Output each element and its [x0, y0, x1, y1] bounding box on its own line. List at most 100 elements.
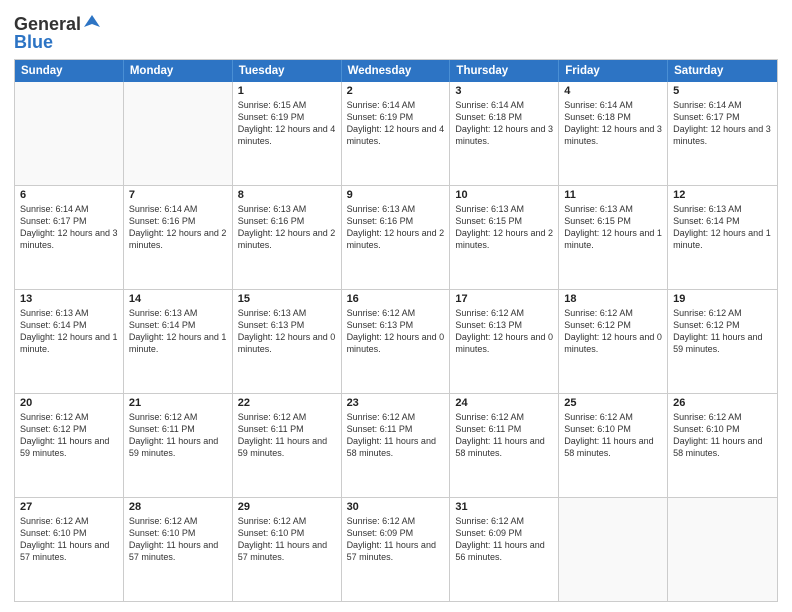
cell-info: Sunrise: 6:12 AM Sunset: 6:09 PM Dayligh… [455, 515, 553, 564]
logo-icon [82, 13, 102, 33]
cell-info: Sunrise: 6:12 AM Sunset: 6:10 PM Dayligh… [673, 411, 772, 460]
cal-cell: 6 Sunrise: 6:14 AM Sunset: 6:17 PM Daylig… [15, 186, 124, 289]
cell-info: Sunrise: 6:12 AM Sunset: 6:11 PM Dayligh… [455, 411, 553, 460]
day-number: 14 [129, 293, 227, 305]
logo: General Blue [14, 14, 102, 53]
week-row-3: 13 Sunrise: 6:13 AM Sunset: 6:14 PM Dayli… [15, 289, 777, 393]
cal-cell: 26 Sunrise: 6:12 AM Sunset: 6:10 PM Dayli… [668, 394, 777, 497]
day-number: 4 [564, 85, 662, 97]
cell-info: Sunrise: 6:12 AM Sunset: 6:09 PM Dayligh… [347, 515, 445, 564]
cal-cell: 17 Sunrise: 6:12 AM Sunset: 6:13 PM Dayli… [450, 290, 559, 393]
day-number: 30 [347, 501, 445, 513]
day-number: 12 [673, 189, 772, 201]
cal-cell [124, 82, 233, 185]
day-number: 17 [455, 293, 553, 305]
cal-cell: 31 Sunrise: 6:12 AM Sunset: 6:09 PM Dayli… [450, 498, 559, 601]
cell-info: Sunrise: 6:12 AM Sunset: 6:13 PM Dayligh… [347, 307, 445, 356]
day-number: 25 [564, 397, 662, 409]
day-number: 1 [238, 85, 336, 97]
day-number: 5 [673, 85, 772, 97]
cell-info: Sunrise: 6:14 AM Sunset: 6:18 PM Dayligh… [455, 99, 553, 148]
cell-info: Sunrise: 6:14 AM Sunset: 6:16 PM Dayligh… [129, 203, 227, 252]
cell-info: Sunrise: 6:14 AM Sunset: 6:17 PM Dayligh… [673, 99, 772, 148]
cal-cell [668, 498, 777, 601]
cal-cell: 15Sunrise: 6:13 AM Sunset: 6:13 PM Dayli… [233, 290, 342, 393]
cal-cell: 25 Sunrise: 6:12 AM Sunset: 6:10 PM Dayli… [559, 394, 668, 497]
cal-cell: 4 Sunrise: 6:14 AM Sunset: 6:18 PM Daylig… [559, 82, 668, 185]
week-row-5: 27 Sunrise: 6:12 AM Sunset: 6:10 PM Dayli… [15, 497, 777, 601]
cal-cell: 12 Sunrise: 6:13 AM Sunset: 6:14 PM Dayli… [668, 186, 777, 289]
cell-info: Sunrise: 6:13 AM Sunset: 6:16 PM Dayligh… [238, 203, 336, 252]
day-number: 19 [673, 293, 772, 305]
day-number: 16 [347, 293, 445, 305]
calendar: SundayMondayTuesdayWednesdayThursdayFrid… [14, 59, 778, 602]
header-day-thursday: Thursday [450, 60, 559, 82]
header-day-friday: Friday [559, 60, 668, 82]
day-number: 23 [347, 397, 445, 409]
cal-cell: 3 Sunrise: 6:14 AM Sunset: 6:18 PM Daylig… [450, 82, 559, 185]
cell-info: Sunrise: 6:12 AM Sunset: 6:13 PM Dayligh… [455, 307, 553, 356]
cell-info: Sunrise: 6:12 AM Sunset: 6:10 PM Dayligh… [129, 515, 227, 564]
cal-cell: 24Sunrise: 6:12 AM Sunset: 6:11 PM Dayli… [450, 394, 559, 497]
day-number: 13 [20, 293, 118, 305]
header-day-tuesday: Tuesday [233, 60, 342, 82]
cell-info: Sunrise: 6:12 AM Sunset: 6:10 PM Dayligh… [238, 515, 336, 564]
cal-cell: 28 Sunrise: 6:12 AM Sunset: 6:10 PM Dayli… [124, 498, 233, 601]
day-number: 11 [564, 189, 662, 201]
cal-cell: 20Sunrise: 6:12 AM Sunset: 6:12 PM Dayli… [15, 394, 124, 497]
header-day-saturday: Saturday [668, 60, 777, 82]
day-number: 22 [238, 397, 336, 409]
calendar-body: 1 Sunrise: 6:15 AM Sunset: 6:19 PM Daylig… [15, 82, 777, 601]
cell-info: Sunrise: 6:14 AM Sunset: 6:17 PM Dayligh… [20, 203, 118, 252]
header-day-sunday: Sunday [15, 60, 124, 82]
day-number: 18 [564, 293, 662, 305]
cal-cell [559, 498, 668, 601]
cell-info: Sunrise: 6:13 AM Sunset: 6:16 PM Dayligh… [347, 203, 445, 252]
day-number: 28 [129, 501, 227, 513]
cell-info: Sunrise: 6:15 AM Sunset: 6:19 PM Dayligh… [238, 99, 336, 148]
cal-cell: 8Sunrise: 6:13 AM Sunset: 6:16 PM Daylig… [233, 186, 342, 289]
cal-cell: 23 Sunrise: 6:12 AM Sunset: 6:11 PM Dayli… [342, 394, 451, 497]
day-number: 31 [455, 501, 553, 513]
day-number: 6 [20, 189, 118, 201]
cell-info: Sunrise: 6:12 AM Sunset: 6:11 PM Dayligh… [129, 411, 227, 460]
header-day-monday: Monday [124, 60, 233, 82]
day-number: 27 [20, 501, 118, 513]
day-number: 29 [238, 501, 336, 513]
cell-info: Sunrise: 6:13 AM Sunset: 6:13 PM Dayligh… [238, 307, 336, 356]
cell-info: Sunrise: 6:12 AM Sunset: 6:10 PM Dayligh… [564, 411, 662, 460]
day-number: 3 [455, 85, 553, 97]
cell-info: Sunrise: 6:12 AM Sunset: 6:11 PM Dayligh… [347, 411, 445, 460]
cell-info: Sunrise: 6:13 AM Sunset: 6:14 PM Dayligh… [20, 307, 118, 356]
day-number: 26 [673, 397, 772, 409]
day-number: 21 [129, 397, 227, 409]
cell-info: Sunrise: 6:12 AM Sunset: 6:10 PM Dayligh… [20, 515, 118, 564]
cal-cell: 13 Sunrise: 6:13 AM Sunset: 6:14 PM Dayli… [15, 290, 124, 393]
cell-info: Sunrise: 6:13 AM Sunset: 6:14 PM Dayligh… [673, 203, 772, 252]
cal-cell: 10 Sunrise: 6:13 AM Sunset: 6:15 PM Dayli… [450, 186, 559, 289]
cal-cell: 19Sunrise: 6:12 AM Sunset: 6:12 PM Dayli… [668, 290, 777, 393]
cal-cell: 5 Sunrise: 6:14 AM Sunset: 6:17 PM Daylig… [668, 82, 777, 185]
day-number: 7 [129, 189, 227, 201]
page-header: General Blue [14, 10, 778, 53]
cal-cell: 11 Sunrise: 6:13 AM Sunset: 6:15 PM Dayli… [559, 186, 668, 289]
cell-info: Sunrise: 6:13 AM Sunset: 6:15 PM Dayligh… [455, 203, 553, 252]
cal-cell: 18Sunrise: 6:12 AM Sunset: 6:12 PM Dayli… [559, 290, 668, 393]
day-number: 9 [347, 189, 445, 201]
week-row-4: 20Sunrise: 6:12 AM Sunset: 6:12 PM Dayli… [15, 393, 777, 497]
cal-cell: 22 Sunrise: 6:12 AM Sunset: 6:11 PM Dayli… [233, 394, 342, 497]
cal-cell [15, 82, 124, 185]
cell-info: Sunrise: 6:14 AM Sunset: 6:18 PM Dayligh… [564, 99, 662, 148]
cal-cell: 14 Sunrise: 6:13 AM Sunset: 6:14 PM Dayli… [124, 290, 233, 393]
cell-info: Sunrise: 6:13 AM Sunset: 6:15 PM Dayligh… [564, 203, 662, 252]
cell-info: Sunrise: 6:13 AM Sunset: 6:14 PM Dayligh… [129, 307, 227, 356]
cal-cell: 29 Sunrise: 6:12 AM Sunset: 6:10 PM Dayli… [233, 498, 342, 601]
cell-info: Sunrise: 6:12 AM Sunset: 6:11 PM Dayligh… [238, 411, 336, 460]
cell-info: Sunrise: 6:12 AM Sunset: 6:12 PM Dayligh… [20, 411, 118, 460]
day-number: 10 [455, 189, 553, 201]
week-row-2: 6 Sunrise: 6:14 AM Sunset: 6:17 PM Daylig… [15, 185, 777, 289]
cal-cell: 27 Sunrise: 6:12 AM Sunset: 6:10 PM Dayli… [15, 498, 124, 601]
week-row-1: 1 Sunrise: 6:15 AM Sunset: 6:19 PM Daylig… [15, 82, 777, 185]
cal-cell: 1 Sunrise: 6:15 AM Sunset: 6:19 PM Daylig… [233, 82, 342, 185]
cal-cell: 21 Sunrise: 6:12 AM Sunset: 6:11 PM Dayli… [124, 394, 233, 497]
